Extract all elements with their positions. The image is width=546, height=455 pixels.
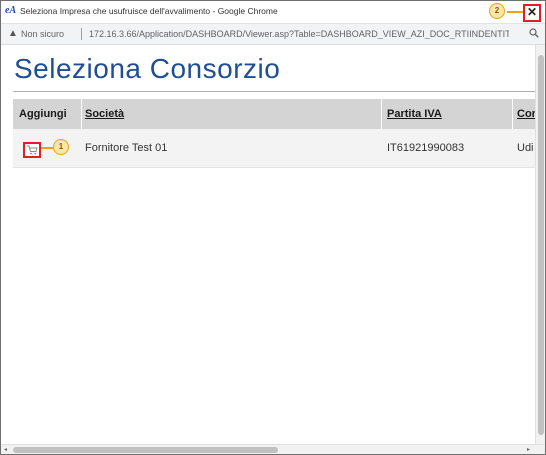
company-cell: Fornitore Test 01 bbox=[85, 142, 168, 154]
next-cell: Udi bbox=[517, 142, 534, 154]
app-logo-icon: eA bbox=[5, 5, 17, 16]
horizontal-scroll-thumb[interactable] bbox=[13, 447, 278, 453]
address-divider bbox=[81, 28, 82, 40]
page-content: Seleziona Consorzio Aggiungi Società Par… bbox=[1, 45, 535, 444]
window-title: Seleziona Impresa che usufruisce dell'av… bbox=[20, 6, 278, 16]
marker-connector bbox=[41, 147, 53, 149]
magnifier-icon[interactable] bbox=[529, 28, 539, 41]
scroll-left-arrow[interactable]: ◂ bbox=[4, 446, 7, 453]
horizontal-scrollbar[interactable]: ◂ ▸ bbox=[1, 444, 545, 454]
column-divider bbox=[512, 99, 513, 129]
vertical-scrollbar[interactable] bbox=[535, 45, 545, 444]
address-bar: ▲ Non sicuro 172.16.3.66/Application/DAS… bbox=[1, 24, 545, 45]
column-header-next[interactable]: Cor bbox=[517, 99, 535, 129]
column-header-add: Aggiungi bbox=[19, 108, 67, 120]
warning-triangle-icon: ▲ bbox=[8, 28, 18, 39]
column-header-vat[interactable]: Partita IVA bbox=[387, 99, 507, 129]
title-bar: eA Seleziona Impresa che usufruisce dell… bbox=[1, 1, 545, 24]
column-header-company[interactable]: Società bbox=[85, 99, 375, 129]
table-row: 1 Fornitore Test 01 IT61921990083 Udi bbox=[13, 129, 535, 168]
column-divider bbox=[381, 99, 382, 129]
consortium-table: Aggiungi Società Partita IVA Cor 1 Forni… bbox=[13, 99, 535, 168]
url-field[interactable]: 172.16.3.66/Application/DASHBOARD/Viewer… bbox=[89, 29, 509, 39]
popup-window: eA Seleziona Impresa che usufruisce dell… bbox=[0, 0, 546, 455]
title-divider bbox=[13, 91, 535, 92]
table-header: Aggiungi Società Partita IVA Cor bbox=[13, 99, 535, 129]
step-marker-2: 2 bbox=[489, 3, 505, 19]
add-to-cart-button[interactable] bbox=[23, 142, 41, 158]
vertical-scroll-thumb[interactable] bbox=[538, 55, 544, 435]
vat-cell: IT61921990083 bbox=[387, 142, 465, 154]
page-title: Seleziona Consorzio bbox=[14, 53, 281, 84]
cart-icon bbox=[27, 145, 38, 155]
close-button[interactable]: ✕ bbox=[523, 4, 541, 22]
security-label[interactable]: Non sicuro bbox=[21, 29, 64, 39]
column-divider bbox=[81, 99, 82, 129]
step-marker-1: 1 bbox=[53, 139, 69, 155]
scroll-right-arrow[interactable]: ▸ bbox=[527, 446, 530, 453]
marker-connector bbox=[507, 11, 523, 13]
